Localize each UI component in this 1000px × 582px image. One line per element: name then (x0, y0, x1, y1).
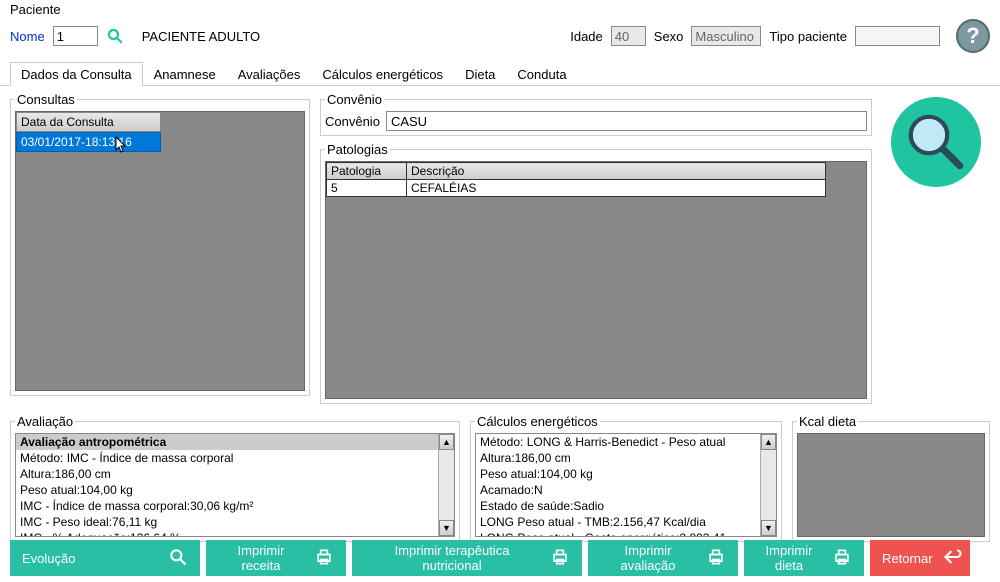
list-item: Peso atual:104,00 kg (16, 482, 454, 498)
avaliacao-legend: Avaliação (15, 414, 75, 429)
patologias-legend: Patologias (325, 142, 390, 157)
nome-label: Nome (10, 29, 45, 44)
tab-dieta[interactable]: Dieta (454, 62, 506, 86)
tipo-label: Tipo paciente (769, 29, 847, 44)
scroll-up-arrow-icon[interactable]: ▲ (761, 434, 776, 450)
descricao-cell: CEFALÉIAS (407, 180, 826, 197)
tab-conduta[interactable]: Conduta (506, 62, 577, 86)
imprimir-avaliacao-button[interactable]: Imprimir avaliação (588, 540, 738, 576)
patologia-col-header[interactable]: Patologia (327, 163, 407, 180)
list-item: Altura:186,00 cm (16, 466, 454, 482)
patologias-list[interactable]: Patologia Descrição 5 CEFALÉIAS (325, 161, 867, 399)
imprimir-receita-button[interactable]: Imprimir receita (206, 540, 346, 576)
list-item: Peso atual:104,00 kg (476, 466, 776, 482)
consulta-item-text: 03/01/2017-18:13:16 (21, 135, 132, 149)
calculos-list[interactable]: Método: LONG & Harris-Benedict - Peso at… (475, 433, 777, 537)
tab-anamnese[interactable]: Anamnese (143, 62, 227, 86)
imprimir-dieta-button[interactable]: Imprimir dieta (744, 540, 864, 576)
avaliacao-list[interactable]: Avaliação antropométrica Método: IMC - Í… (15, 433, 455, 537)
button-label: Retornar (882, 551, 933, 566)
idade-input (611, 26, 646, 46)
idade-label: Idade (570, 29, 603, 44)
convenio-input[interactable] (386, 111, 867, 131)
calculos-legend: Cálculos energéticos (475, 414, 600, 429)
imprimir-terapeutica-button[interactable]: Imprimir terapêutica nutricional (352, 540, 582, 576)
sexo-label: Sexo (654, 29, 684, 44)
avaliacao-header: Avaliação antropométrica (16, 434, 454, 450)
kcal-legend: Kcal dieta (797, 414, 858, 429)
tab-calculos[interactable]: Cálculos energéticos (311, 62, 454, 86)
printer-icon (550, 547, 570, 570)
patologia-row[interactable]: 5 CEFALÉIAS (327, 180, 826, 197)
patient-section-label: Paciente (10, 2, 990, 17)
question-icon: ? (966, 23, 979, 49)
descricao-col-header[interactable]: Descrição (407, 163, 826, 180)
list-item: Acamado:N (476, 482, 776, 498)
scrollbar[interactable]: ▲ ▼ (760, 434, 776, 536)
button-label: Evolução (22, 551, 75, 566)
list-item: LONG Peso atual - TMB:2.156,47 Kcal/dia (476, 514, 776, 530)
nome-input[interactable] (53, 26, 98, 46)
button-label: Imprimir receita (218, 543, 304, 573)
tipo-paciente-input (855, 26, 940, 46)
evolucao-button[interactable]: Evolução (10, 540, 200, 576)
list-item: Método: IMC - Índice de massa corporal (16, 450, 454, 466)
list-item: IMC - Índice de massa corporal:30,06 kg/… (16, 498, 454, 514)
help-button[interactable]: ? (956, 19, 990, 53)
button-label: Imprimir terapêutica nutricional (364, 543, 540, 573)
list-item: Método: LONG & Harris-Benedict - Peso at… (476, 434, 776, 450)
button-label: Imprimir avaliação (600, 543, 696, 573)
scrollbar[interactable]: ▲ ▼ (438, 434, 454, 536)
patologia-cell: 5 (327, 180, 407, 197)
list-item: Estado de saúde:Sadio (476, 498, 776, 514)
big-search-button[interactable] (891, 97, 981, 187)
consultas-list-header[interactable]: Data da Consulta (16, 112, 161, 132)
list-item: Altura:186,00 cm (476, 450, 776, 466)
tab-avaliacoes[interactable]: Avaliações (227, 62, 312, 86)
printer-icon (314, 547, 334, 570)
list-item: IMC - Peso ideal:76,11 kg (16, 514, 454, 530)
search-icon (168, 547, 188, 570)
printer-icon (706, 547, 726, 570)
button-label: Imprimir dieta (756, 543, 822, 573)
consultas-legend: Consultas (15, 92, 77, 107)
convenio-label: Convênio (325, 114, 380, 129)
search-icon[interactable] (106, 27, 124, 45)
magnifier-icon (901, 107, 971, 177)
sexo-input (691, 26, 761, 46)
scroll-up-arrow-icon[interactable]: ▲ (439, 434, 454, 450)
printer-icon (832, 547, 852, 570)
kcal-list[interactable] (797, 433, 985, 537)
consultas-list[interactable]: Data da Consulta 03/01/2017-18:13:16 (15, 111, 305, 391)
convenio-legend: Convênio (325, 92, 384, 107)
back-arrow-icon (943, 547, 963, 570)
tab-dados-consulta[interactable]: Dados da Consulta (10, 62, 143, 86)
patient-display-name: PACIENTE ADULTO (142, 29, 260, 44)
retornar-button[interactable]: Retornar (870, 540, 970, 576)
consulta-list-item[interactable]: 03/01/2017-18:13:16 (16, 132, 161, 152)
